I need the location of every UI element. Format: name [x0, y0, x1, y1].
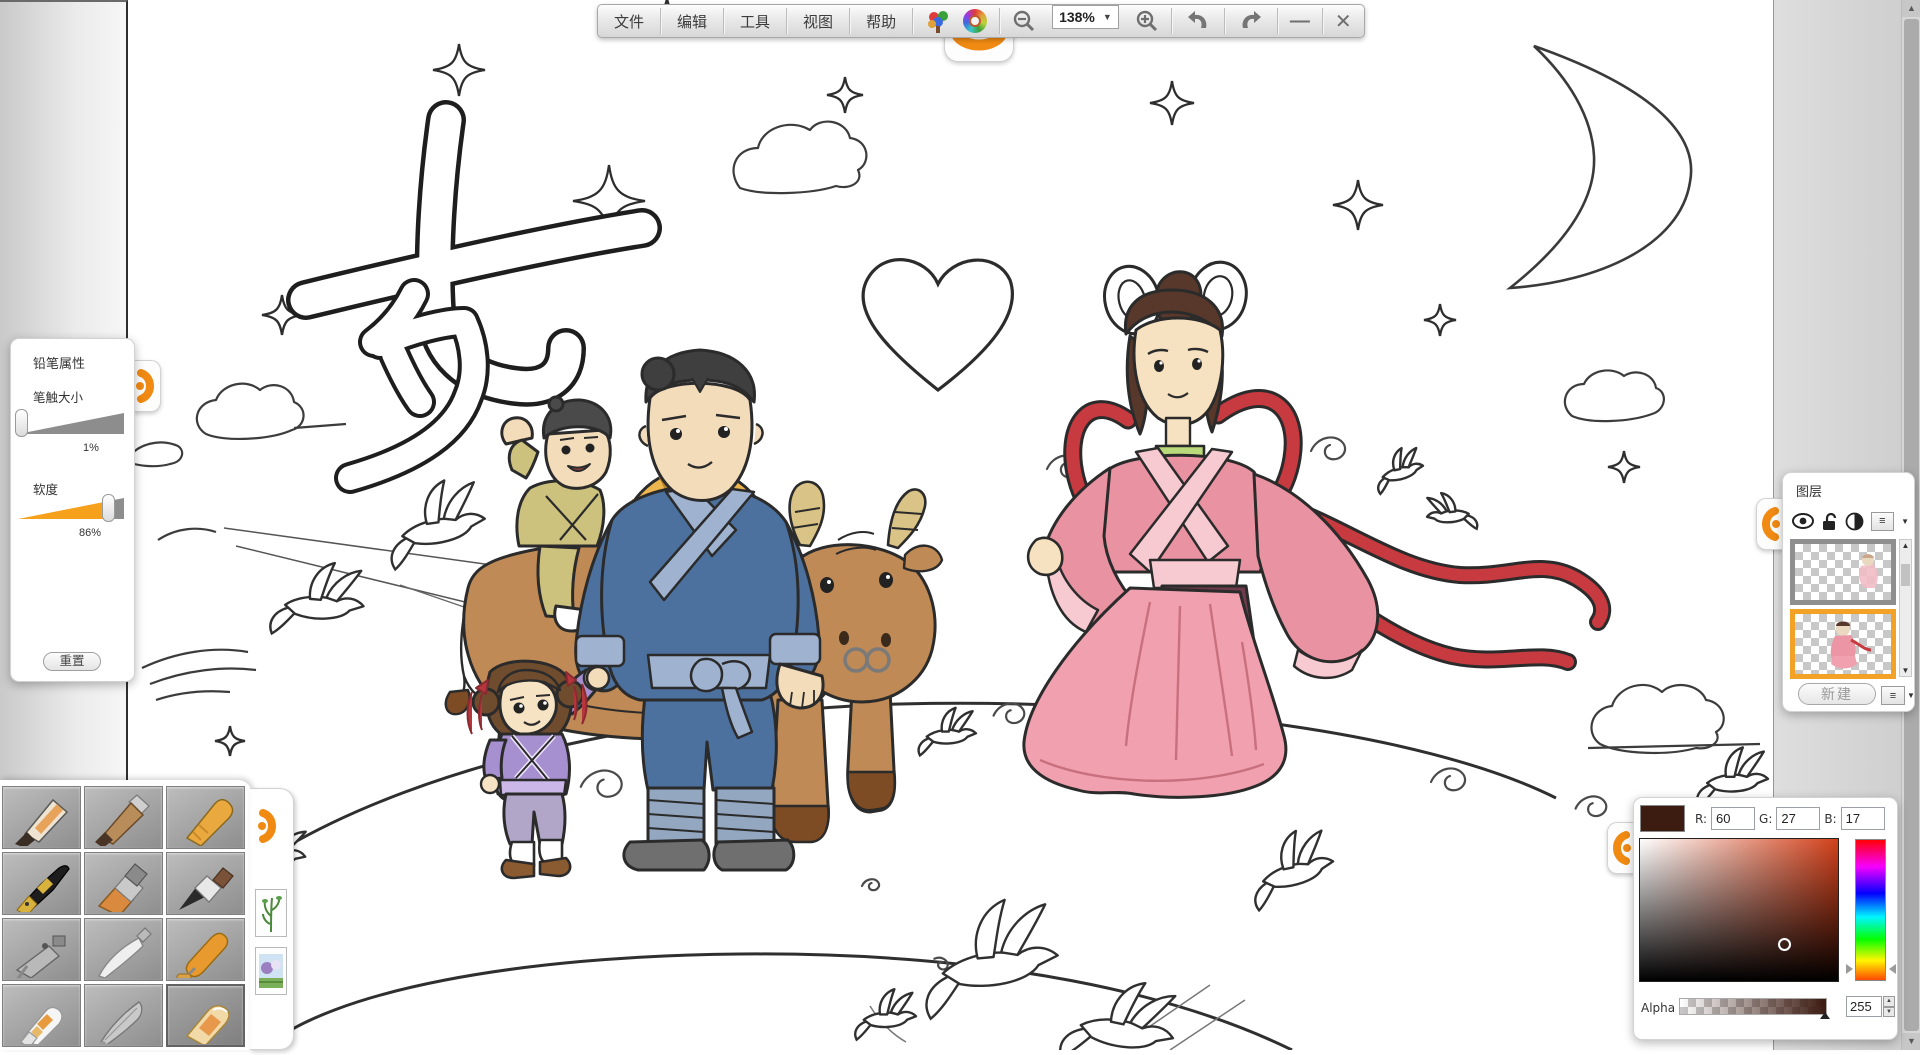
color-panel-tab[interactable] [1607, 822, 1635, 874]
menu-edit[interactable]: 编辑 [661, 5, 723, 37]
plant-stamp-button[interactable] [255, 889, 287, 937]
color-tree-icon[interactable] [913, 5, 963, 37]
illustration [130, 0, 1773, 1050]
color-picker-panel: R: G: B: Alpha ▲ ▼ [1633, 797, 1898, 1040]
red-label: R: [1695, 812, 1707, 826]
layers-panel-tab[interactable] [1756, 498, 1784, 550]
color-cursor[interactable] [1778, 938, 1791, 951]
chevron-down-icon: ▼ [1103, 12, 1112, 22]
tool-sharp-pencil[interactable] [2, 786, 81, 849]
hue-slider[interactable] [1855, 839, 1886, 981]
alpha-spinner: ▲ ▼ [1883, 996, 1895, 1017]
orange-bracket-icon [133, 361, 159, 411]
alpha-label: Alpha [1641, 1001, 1675, 1015]
blue-label: B: [1824, 812, 1836, 826]
close-button[interactable]: ✕ [1323, 5, 1364, 37]
doves [130, 445, 1768, 1050]
layer-item-2[interactable] [1790, 609, 1896, 679]
alpha-field[interactable] [1846, 996, 1882, 1017]
chevron-down-icon[interactable]: ▼ [1901, 517, 1909, 526]
brush-size-handle[interactable] [15, 409, 28, 437]
palette-collapse-tab[interactable] [254, 803, 282, 854]
zoom-in-button[interactable] [1123, 5, 1171, 37]
panel-title: 铅笔属性 [33, 353, 85, 372]
main-toolbar: 文件 编辑 工具 视图 帮助 138% ▼ [597, 4, 1365, 38]
orange-bracket-icon [1757, 499, 1783, 549]
alpha-slider[interactable] [1679, 998, 1827, 1015]
hue-marker-left[interactable] [1846, 964, 1853, 974]
tool-paint-roller[interactable] [166, 918, 245, 981]
softness-value: 86% [79, 527, 101, 539]
layers-panel: 图层 ≡ ▼ ▲ ▼ 新建 ≡ ▼ [1782, 472, 1915, 712]
drawing-canvas[interactable] [130, 0, 1773, 1050]
panel-title: 图层 [1796, 481, 1822, 500]
new-layer-button[interactable]: 新建 [1798, 683, 1876, 705]
reset-button[interactable]: 重置 [43, 652, 101, 671]
app-window: ▲ ▼ 文件 编辑 工具 视图 帮助 [0, 0, 1920, 1050]
blue-field[interactable] [1841, 807, 1885, 830]
zoom-out-button[interactable] [1000, 5, 1048, 37]
tool-ink-brush[interactable] [166, 852, 245, 915]
menu-view[interactable]: 视图 [787, 5, 849, 37]
menu-tools[interactable]: 工具 [724, 5, 786, 37]
tool-fountain-pen[interactable] [2, 852, 81, 915]
spin-up-icon[interactable]: ▲ [1883, 996, 1895, 1007]
orange-bracket-icon [254, 803, 282, 849]
redo-icon[interactable] [1225, 5, 1277, 37]
spin-down-icon[interactable]: ▼ [1883, 1007, 1895, 1018]
joined-hands [587, 667, 609, 689]
scroll-down-icon[interactable]: ▼ [1900, 666, 1911, 675]
moon [1510, 46, 1691, 288]
layer-item-1[interactable] [1790, 539, 1896, 605]
orange-bracket-icon [1608, 823, 1634, 873]
brush-size-slider[interactable] [18, 413, 124, 434]
tool-wood-pencil[interactable] [84, 786, 163, 849]
heart-outline [863, 260, 1012, 390]
hue-marker-right[interactable] [1889, 964, 1896, 974]
brush-size-label: 笔触大小 [33, 387, 83, 406]
weaver-girl [1024, 257, 1602, 797]
menu-file[interactable]: 文件 [598, 5, 660, 37]
layers-scrollbar[interactable]: ▲ ▼ [1899, 539, 1912, 677]
unlock-icon[interactable] [1821, 512, 1838, 531]
pencil-properties-panel: 铅笔属性 笔触大小 1% 软度 86% 重置 [10, 338, 135, 682]
tool-flat-brush[interactable] [84, 852, 163, 915]
color-wheel-icon[interactable] [963, 5, 999, 37]
softness-handle[interactable] [102, 494, 115, 522]
eye-icon[interactable] [1791, 512, 1814, 530]
tool-palette-knife[interactable] [84, 918, 163, 981]
layer-menu-button[interactable]: ≡ [1871, 512, 1894, 531]
brush-size-value: 1% [83, 442, 99, 454]
current-color-swatch[interactable] [1640, 805, 1685, 832]
saturation-value-picker[interactable] [1639, 838, 1839, 982]
menu-help[interactable]: 帮助 [850, 5, 912, 37]
scroll-up-icon[interactable]: ▲ [1900, 541, 1911, 550]
tool-paint-tube[interactable] [2, 984, 81, 1047]
softness-label: 软度 [33, 479, 58, 498]
zoom-level-select[interactable]: 138% ▼ [1052, 5, 1119, 29]
alpha-marker[interactable] [1820, 1012, 1830, 1019]
green-label: G: [1759, 812, 1772, 826]
blend-icon[interactable] [1845, 512, 1864, 531]
tool-crayon[interactable] [166, 786, 245, 849]
zoom-level-value: 138% [1059, 9, 1095, 25]
tool-eraser[interactable] [166, 984, 245, 1047]
tool-palette [0, 778, 296, 1050]
picture-stamp-button[interactable] [255, 947, 287, 995]
girl [468, 661, 609, 878]
chevron-down-icon[interactable]: ▼ [1907, 691, 1915, 700]
pencil-panel-tab[interactable] [133, 360, 161, 412]
undo-icon[interactable] [1172, 5, 1224, 37]
green-field[interactable] [1776, 807, 1820, 830]
scroll-up-icon[interactable]: ▲ [1902, 0, 1920, 17]
scrollbar-thumb[interactable] [1901, 564, 1910, 586]
scroll-down-icon[interactable]: ▼ [1902, 1033, 1920, 1050]
red-field[interactable] [1711, 807, 1755, 830]
minimize-button[interactable]: — [1278, 5, 1322, 37]
tool-palette-rail [250, 788, 294, 1050]
tool-gray-blade[interactable] [84, 984, 163, 1047]
layers-options-button[interactable]: ≡ [1881, 686, 1905, 705]
tool-airbrush[interactable] [2, 918, 81, 981]
